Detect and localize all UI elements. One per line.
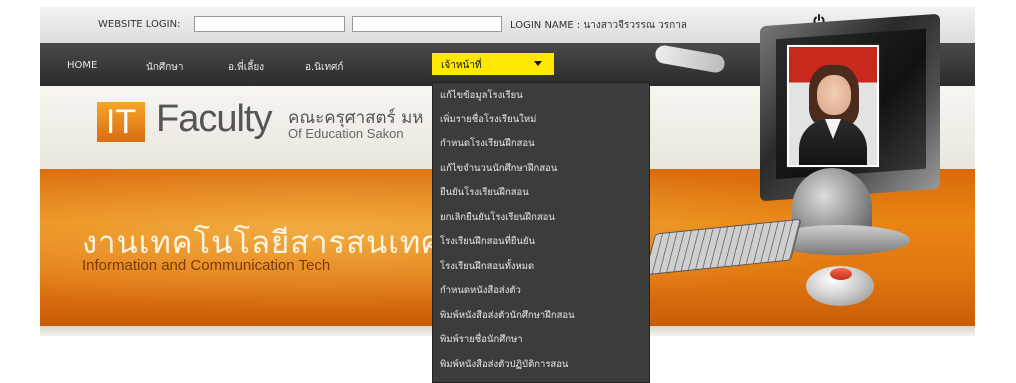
nav-staff[interactable]: เจ้าหน้าที่	[432, 53, 554, 75]
menu-item-confirmed-schools[interactable]: โรงเรียนฝึกสอนที่ยืนยัน	[433, 231, 649, 253]
mouse-button-illustration	[830, 268, 852, 280]
username-input[interactable]	[194, 16, 345, 32]
menu-item-assign-school[interactable]: กำหนดโรงเรียนฝึกสอน	[433, 133, 649, 155]
login-name: LOGIN NAME : นางสาวจีรวรรณ วรกาล	[510, 20, 687, 31]
login-label: WEBSITE LOGIN:	[98, 19, 181, 30]
menu-item-edit-school[interactable]: แก้ไขข้อมูลโรงเรียน	[433, 85, 649, 107]
menu-item-print-student-list[interactable]: พิมพ์รายชื่อนักศึกษา	[433, 329, 649, 351]
chevron-down-icon	[534, 61, 542, 66]
avatar-photo	[789, 47, 877, 165]
password-input[interactable]	[352, 16, 502, 32]
avatar	[787, 45, 879, 167]
avatar-face	[817, 75, 851, 115]
menu-item-print-teaching-letter[interactable]: พิมพ์หนังสือส่งตัวปฏิบัติการสอน	[433, 354, 649, 376]
banner-subtitle: Information and Communication Tech	[82, 257, 331, 274]
menu-item-add-school[interactable]: เพิ่มรายชื่อโรงเรียนใหม่	[433, 109, 649, 131]
nav-home[interactable]: HOME	[67, 60, 97, 71]
nav-students[interactable]: นักศึกษา	[146, 60, 184, 75]
nav-supervisors[interactable]: อ.นิเทศก์	[305, 60, 343, 75]
nav-mentor-teachers[interactable]: อ.พี่เลี้ยง	[228, 60, 264, 75]
menu-item-all-schools[interactable]: โรงเรียนฝึกสอนทั้งหมด	[433, 256, 649, 278]
faculty-english-name: Of Education Sakon	[288, 126, 404, 141]
menu-item-edit-student-count[interactable]: แก้ไขจำนวนนักศึกษาฝึกสอน	[433, 158, 649, 180]
menu-item-print-student-letter[interactable]: พิมพ์หนังสือส่งตัวนักศึกษาฝึกสอน	[433, 305, 649, 327]
staff-dropdown-menu: แก้ไขข้อมูลโรงเรียน เพิ่มรายชื่อโรงเรียน…	[432, 82, 650, 383]
menu-item-cancel-confirm[interactable]: ยกเลิกยืนยันโรงเรียนฝึกสอน	[433, 207, 649, 229]
menu-item-set-letter[interactable]: กำหนดหนังสือส่งตัว	[433, 280, 649, 302]
nav-staff-label: เจ้าหน้าที่	[441, 60, 482, 71]
it-logo: IT	[97, 102, 145, 142]
menu-item-confirm-school[interactable]: ยืนยันโรงเรียนฝึกสอน	[433, 182, 649, 204]
faculty-word: Faculty	[156, 98, 272, 140]
